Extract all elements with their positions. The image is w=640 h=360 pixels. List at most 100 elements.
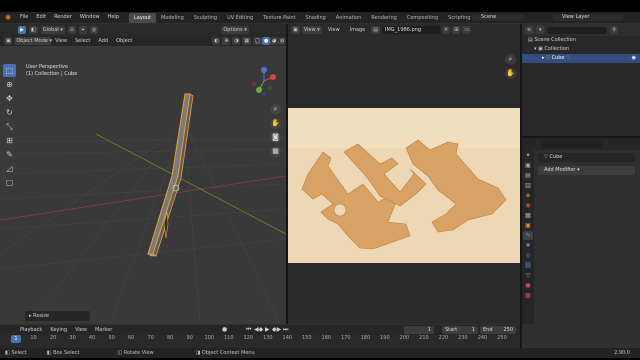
add-cube-icon[interactable]: ▢: [3, 176, 16, 189]
menu-window[interactable]: Window: [76, 12, 104, 23]
jump-start-icon[interactable]: ⏮: [246, 326, 251, 334]
view-layer-icon[interactable]: ▥: [523, 181, 533, 190]
tab-modeling[interactable]: Modeling: [156, 13, 189, 23]
menu-playback[interactable]: Playback: [16, 325, 46, 335]
tab-rendering[interactable]: Rendering: [366, 13, 402, 23]
proportional-edit-icon[interactable]: ◎: [90, 26, 99, 34]
jump-end-icon[interactable]: ⏭: [283, 326, 288, 334]
menu-add[interactable]: Add: [94, 36, 112, 46]
menu-help[interactable]: Help: [104, 12, 123, 23]
record-icon[interactable]: ●: [222, 326, 227, 334]
next-keyframe-icon[interactable]: ◆▶: [272, 326, 281, 334]
solid-shading-icon[interactable]: ●: [261, 37, 270, 45]
menu-image[interactable]: Image: [346, 25, 370, 35]
select-extend-icon[interactable]: ◧: [29, 26, 38, 34]
browse-image-icon[interactable]: ▤: [371, 26, 380, 34]
blender-logo-icon[interactable]: ◉: [3, 13, 13, 22]
outliner[interactable]: ≡ ▾ ⚲ ▤ Scene Collection ▾ ▣ Collection …: [522, 24, 640, 136]
texture-icon[interactable]: ▩: [523, 291, 533, 300]
zoom-icon[interactable]: ⌕: [505, 54, 516, 65]
current-frame-field[interactable]: 1: [404, 326, 434, 334]
last-operator-panel[interactable]: ▸ Resize: [25, 311, 90, 321]
3d-viewport[interactable]: ▶ ◧ Global ▾ ⊙ ⌖ ◎ Options ▾ ▣ Object Mo…: [0, 24, 286, 324]
scale-icon[interactable]: ⤡: [3, 120, 16, 133]
editor-type-icon[interactable]: ▣: [4, 37, 13, 45]
rotate-icon[interactable]: ↻: [3, 106, 16, 119]
tab-shading[interactable]: Shading: [300, 13, 330, 23]
snap-icon[interactable]: ⌖: [79, 26, 87, 34]
display-mode-icon[interactable]: ▾: [536, 26, 545, 34]
eye-icon[interactable]: ◉: [632, 54, 636, 63]
select-box-icon[interactable]: ⬚: [3, 64, 16, 77]
pivot-icon[interactable]: ⊙: [67, 26, 76, 34]
menu-object[interactable]: Object: [112, 36, 136, 46]
play-icon[interactable]: ▶: [265, 326, 270, 334]
wireframe-shading-icon[interactable]: ◯: [252, 37, 262, 45]
outliner-row-cube[interactable]: ▸ ▽ Cube ▽ ◉: [522, 54, 640, 63]
image-view-dropdown[interactable]: View ▾: [301, 26, 322, 34]
grid-icon[interactable]: ▦: [270, 146, 281, 157]
open-image-icon[interactable]: ▭: [462, 26, 472, 34]
scene-selector[interactable]: Scene: [472, 14, 524, 21]
image-name-field[interactable]: IMG_1986.png: [382, 26, 440, 34]
xray-icon[interactable]: ▦: [242, 37, 251, 45]
move-icon[interactable]: ✥: [3, 92, 16, 105]
current-frame-indicator[interactable]: 1: [11, 335, 21, 343]
menu-marker[interactable]: Marker: [91, 325, 116, 335]
pin-icon[interactable]: ✕: [442, 26, 451, 34]
cursor-icon[interactable]: ⊕: [3, 78, 16, 91]
view-layer-selector[interactable]: View Layer: [553, 14, 623, 21]
gizmo-toggle-icon[interactable]: ⊕: [222, 37, 231, 45]
end-frame-field[interactable]: End 250: [480, 326, 516, 334]
object-icon[interactable]: ▣: [523, 221, 533, 230]
tool-icon[interactable]: ✦: [523, 151, 533, 160]
orientation-dropdown[interactable]: Global ▾: [40, 26, 65, 34]
outliner-search-input[interactable]: [547, 26, 608, 34]
overlays-icon[interactable]: ◑: [232, 37, 241, 45]
menu-file[interactable]: File: [16, 12, 32, 23]
add-modifier-dropdown[interactable]: Add Modifier ▾: [538, 166, 635, 175]
physics-icon[interactable]: ◎: [523, 251, 533, 260]
collection-icon[interactable]: ▦: [523, 211, 533, 220]
menu-view[interactable]: View: [324, 25, 344, 35]
tab-scripting[interactable]: Scripting: [443, 13, 475, 23]
material-icon[interactable]: ●: [523, 281, 533, 290]
outliner-row-collection[interactable]: ▾ ▣ Collection: [522, 45, 640, 54]
mode-dropdown[interactable]: Object Mode ▾: [14, 37, 52, 45]
menu-keying[interactable]: Keying: [46, 325, 71, 335]
menu-edit[interactable]: Edit: [32, 12, 50, 23]
menu-view[interactable]: View: [71, 325, 91, 335]
measure-icon[interactable]: ◿: [3, 162, 16, 175]
cube-mesh[interactable]: [147, 93, 194, 257]
properties-editor[interactable]: ✦ ▣ ▤ ▥ ◈ ◉ ▦ ▣ ✎ ✸ ◎ ⛓ ▽ ● ▩ ▽ Cube Add Modifier ▾: [522, 138, 640, 324]
timeline-ruler[interactable]: 1102030405060708090100110120130140150160…: [0, 335, 520, 343]
editor-type-icon[interactable]: ≡: [525, 26, 534, 34]
object-name-field[interactable]: ▽ Cube: [538, 153, 635, 162]
filter-icon[interactable]: ⚲: [610, 26, 619, 34]
navigation-gizmo[interactable]: [252, 67, 276, 96]
tab-layout[interactable]: Layout: [129, 13, 156, 23]
select-mode-icon[interactable]: ▶: [18, 26, 26, 34]
particles-icon[interactable]: ✸: [523, 241, 533, 250]
tab-animation[interactable]: Animation: [331, 13, 367, 23]
camera-icon[interactable]: ◙: [270, 132, 281, 143]
rendered-shading-icon[interactable]: ◍: [277, 37, 286, 45]
new-image-icon[interactable]: ⊞: [452, 26, 461, 34]
tab-uv-editing[interactable]: UV Editing: [222, 13, 258, 23]
render-icon[interactable]: ▣: [523, 161, 533, 170]
image-editor[interactable]: ▣ View ▾ View Image ▤ IMG_1986.png ✕ ⊞ ▭…: [288, 24, 520, 324]
material-shading-icon[interactable]: ◕: [269, 37, 278, 45]
visibility-icon[interactable]: ◐: [212, 37, 221, 45]
menu-render[interactable]: Render: [50, 12, 76, 23]
prev-keyframe-icon[interactable]: ◀◆: [254, 326, 263, 334]
menu-select[interactable]: Select: [71, 36, 94, 46]
output-icon[interactable]: ▤: [523, 171, 533, 180]
zoom-icon[interactable]: ⌕: [270, 104, 281, 115]
annotate-icon[interactable]: ✎: [3, 148, 16, 161]
editor-type-icon[interactable]: ▣: [291, 26, 300, 34]
tab-compositing[interactable]: Compositing: [402, 13, 443, 23]
world-icon[interactable]: ◉: [523, 201, 533, 210]
start-frame-field[interactable]: Start 1: [442, 326, 478, 334]
properties-search-input[interactable]: [542, 140, 602, 148]
data-icon[interactable]: ▽: [523, 271, 533, 280]
